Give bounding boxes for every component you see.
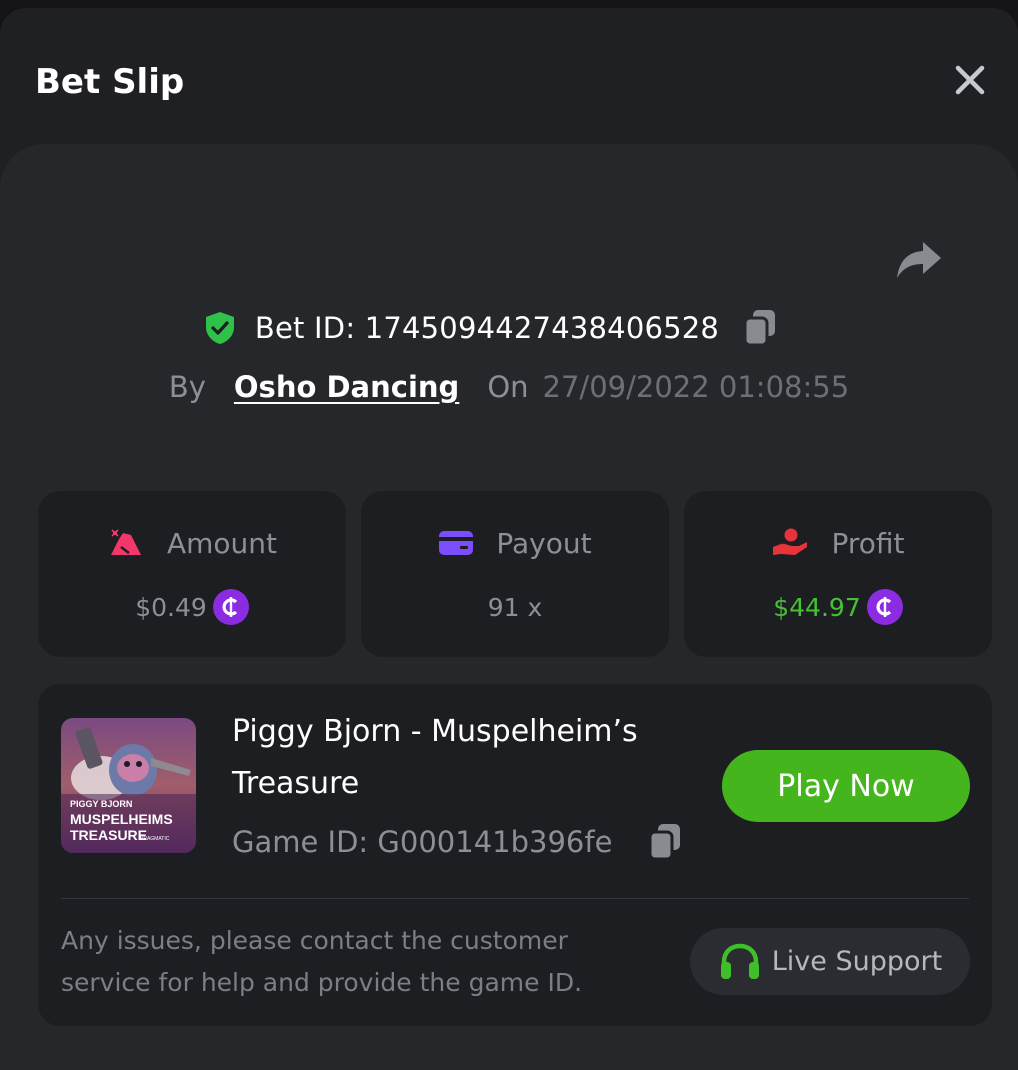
game-id-row: Game ID: G000141b396fe — [232, 820, 684, 864]
bet-id-row: Bet ID: 1745094427438406528 — [0, 305, 1018, 351]
on-label: On — [487, 370, 529, 404]
amount-value: $0.49 — [135, 592, 207, 622]
by-label: By — [168, 370, 206, 404]
live-support-label: Live Support — [771, 946, 943, 977]
profit-card: Profit $44.97 — [684, 491, 992, 657]
payout-label: Payout — [496, 526, 592, 560]
game-id: Game ID: G000141b396fe — [232, 825, 613, 859]
copy-bet-id-icon[interactable] — [741, 308, 779, 348]
payout-value: 91 x — [487, 592, 543, 622]
modal-title: Bet Slip — [35, 62, 185, 102]
coin-icon — [866, 589, 903, 625]
play-now-button[interactable]: Play Now — [722, 750, 970, 822]
help-text: Any issues, please contact the customer … — [61, 926, 583, 997]
payout-card: Payout 91 x — [361, 491, 669, 657]
copy-game-id-icon[interactable] — [646, 822, 684, 862]
share-button[interactable] — [893, 236, 945, 284]
bet-meta-row: By Osho Dancing On 27/09/2022 01:08:55 — [0, 364, 1018, 410]
card-icon — [439, 531, 474, 555]
bet-datetime: 27/09/2022 01:08:55 — [542, 370, 850, 404]
close-icon — [955, 65, 985, 95]
thumb-line-3: TREASURE — [70, 827, 147, 843]
thumb-line-1: PIGGY BJORN — [70, 799, 132, 809]
user-link[interactable]: Osho Dancing — [234, 370, 459, 404]
game-thumbnail[interactable]: PIGGY BJORN MUSPELHEIMS TREASURE PRAGMAT… — [61, 718, 196, 853]
money-bag-icon — [110, 529, 141, 555]
headset-icon — [720, 943, 759, 979]
bet-id: Bet ID: 1745094427438406528 — [254, 311, 720, 345]
thumb-line-2: MUSPELHEIMS — [70, 811, 173, 827]
shield-check-icon — [205, 312, 234, 344]
hand-coin-icon — [773, 528, 808, 555]
profit-label: Profit — [831, 526, 905, 560]
amount-card: Amount $0.49 — [38, 491, 346, 657]
divider — [61, 898, 969, 899]
coin-icon — [212, 589, 249, 625]
profit-value: $44.97 — [773, 592, 861, 622]
live-support-button[interactable]: Live Support — [690, 928, 970, 995]
thumb-brand: PRAGMATIC — [140, 836, 170, 842]
game-panel: PIGGY BJORN MUSPELHEIMS TREASURE PRAGMAT… — [38, 684, 992, 1026]
share-icon — [897, 242, 941, 278]
amount-label: Amount — [166, 526, 278, 560]
game-title: Piggy Bjorn - Muspelheim’s Treasure — [232, 714, 638, 801]
close-button[interactable] — [950, 60, 990, 100]
